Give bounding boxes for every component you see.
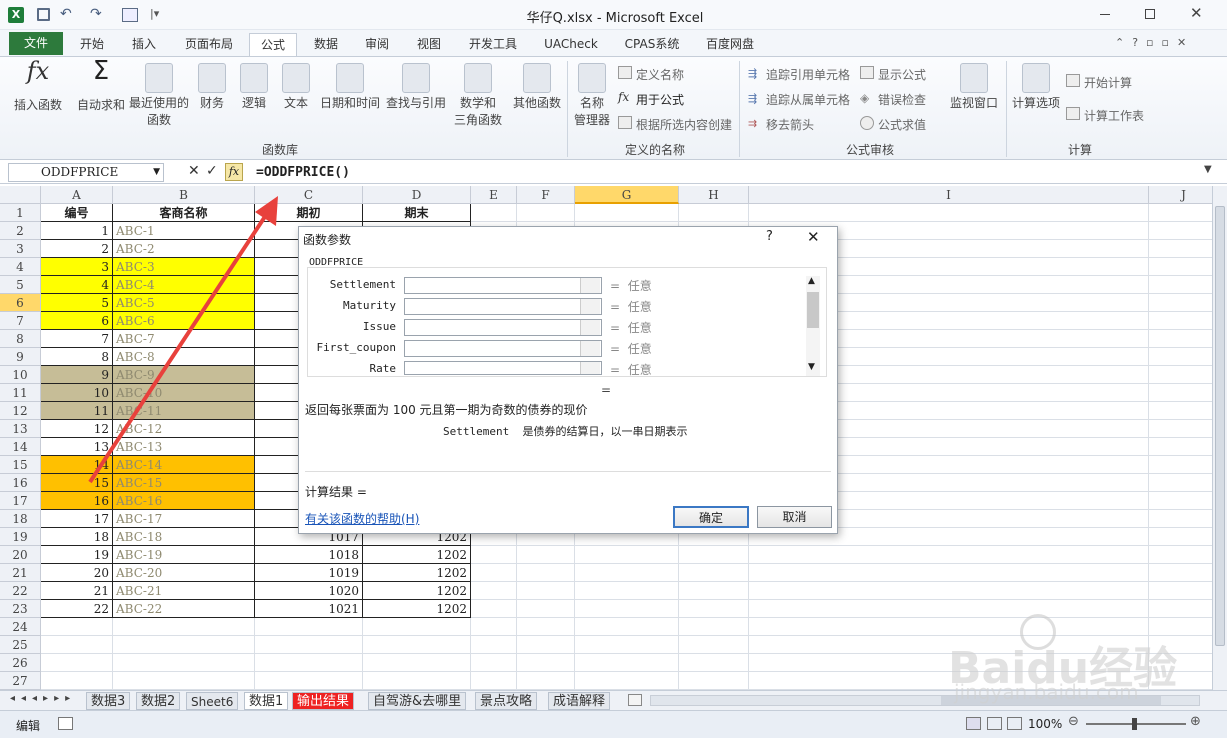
sheet-tab[interactable]: 成语解释 [548, 692, 611, 710]
collapse-dialog-icon[interactable] [580, 278, 600, 293]
dialog-help-button[interactable]: ? [766, 229, 773, 244]
annotation-arrow-head [255, 196, 278, 226]
page-break-view-icon[interactable] [1007, 717, 1022, 730]
arg-label: Rate [369, 362, 397, 375]
sheet-tab[interactable]: 数据3 [86, 692, 131, 710]
scroll-up-icon[interactable]: ▲ [808, 276, 815, 286]
args-scrollbar[interactable]: ▲ ▼ [806, 276, 820, 376]
status-bar: 编辑 100% ⊖ ⊕ [0, 710, 1227, 738]
collapse-dialog-icon[interactable] [580, 341, 600, 356]
status-mode: 编辑 [16, 719, 41, 733]
function-help-link[interactable]: 有关该函数的帮助(H) [305, 510, 419, 527]
scroll-down-icon[interactable]: ▼ [808, 362, 815, 372]
sheet-tab[interactable]: 数据2 [136, 692, 181, 710]
sheet-nav-icons[interactable]: ◂◂◂▸▸▸ [10, 693, 76, 704]
macro-record-icon[interactable] [58, 717, 73, 730]
calc-result-label: 计算结果 = [305, 485, 367, 499]
zoom-slider-thumb[interactable] [1132, 718, 1137, 730]
arg-label: Maturity [343, 299, 396, 312]
zoom-out-icon[interactable]: ⊖ [1068, 714, 1079, 729]
dialog-title: 函数参数 [303, 233, 352, 247]
arg-label: First_coupon [316, 341, 396, 354]
arg-label: Settlement [329, 278, 396, 291]
ok-button[interactable]: 确定 [673, 506, 749, 528]
arg-value: = 任意 [610, 342, 652, 356]
collapse-dialog-icon[interactable] [580, 299, 600, 314]
function-description: 返回每张票面为 100 元且第一期为奇数的债券的现价 [305, 403, 588, 417]
function-arguments-dialog: 函数参数 ? ✕ ODDFPRICE Settlement = 任意 Matur… [298, 226, 838, 534]
arg-value: = 任意 [610, 321, 652, 335]
dialog-close-icon[interactable]: ✕ [807, 228, 820, 246]
arg-input-rate[interactable] [404, 361, 602, 375]
argument-description: Settlement 是债券的结算日，以一串日期表示 [443, 425, 688, 438]
arg-label: Issue [362, 320, 396, 333]
sheet-tab[interactable]: 自驾游&去哪里 [368, 692, 467, 710]
zoom-in-icon[interactable]: ⊕ [1190, 714, 1201, 729]
zoom-slider[interactable] [1086, 718, 1186, 730]
normal-view-icon[interactable] [966, 717, 981, 730]
annotation-arrow-line [88, 210, 270, 484]
arg-input-issue[interactable] [404, 319, 602, 336]
collapse-dialog-icon[interactable] [580, 320, 600, 335]
arg-value: = 任意 [610, 279, 652, 293]
arg-input-settlement[interactable] [404, 277, 602, 294]
arguments-group: Settlement = 任意 Maturity = 任意 Issue = 任意… [307, 267, 827, 377]
cancel-button[interactable]: 取消 [757, 506, 832, 528]
watermark: Baidu经验 jingyan.baidu.com [948, 612, 1177, 712]
arg-value: = 任意 [610, 300, 652, 314]
insert-sheet-icon[interactable] [628, 694, 642, 706]
watermark-url: jingyan.baidu.com [954, 680, 1139, 704]
arg-value: = 任意 [610, 363, 652, 377]
sheet-tab-active[interactable]: 数据1 [244, 692, 289, 710]
sheet-tab[interactable]: 景点攻略 [475, 692, 538, 710]
collapse-dialog-icon[interactable] [580, 362, 600, 374]
zoom-level[interactable]: 100% [1028, 717, 1062, 731]
dialog-divider [305, 471, 831, 472]
sheet-tab[interactable]: 输出结果 [292, 692, 355, 710]
sheet-tab[interactable]: Sheet6 [186, 692, 239, 710]
scroll-thumb[interactable] [807, 292, 819, 328]
arg-input-first-coupon[interactable] [404, 340, 602, 357]
page-layout-view-icon[interactable] [987, 717, 1002, 730]
arg-input-maturity[interactable] [404, 298, 602, 315]
result-equals: = [601, 383, 612, 397]
